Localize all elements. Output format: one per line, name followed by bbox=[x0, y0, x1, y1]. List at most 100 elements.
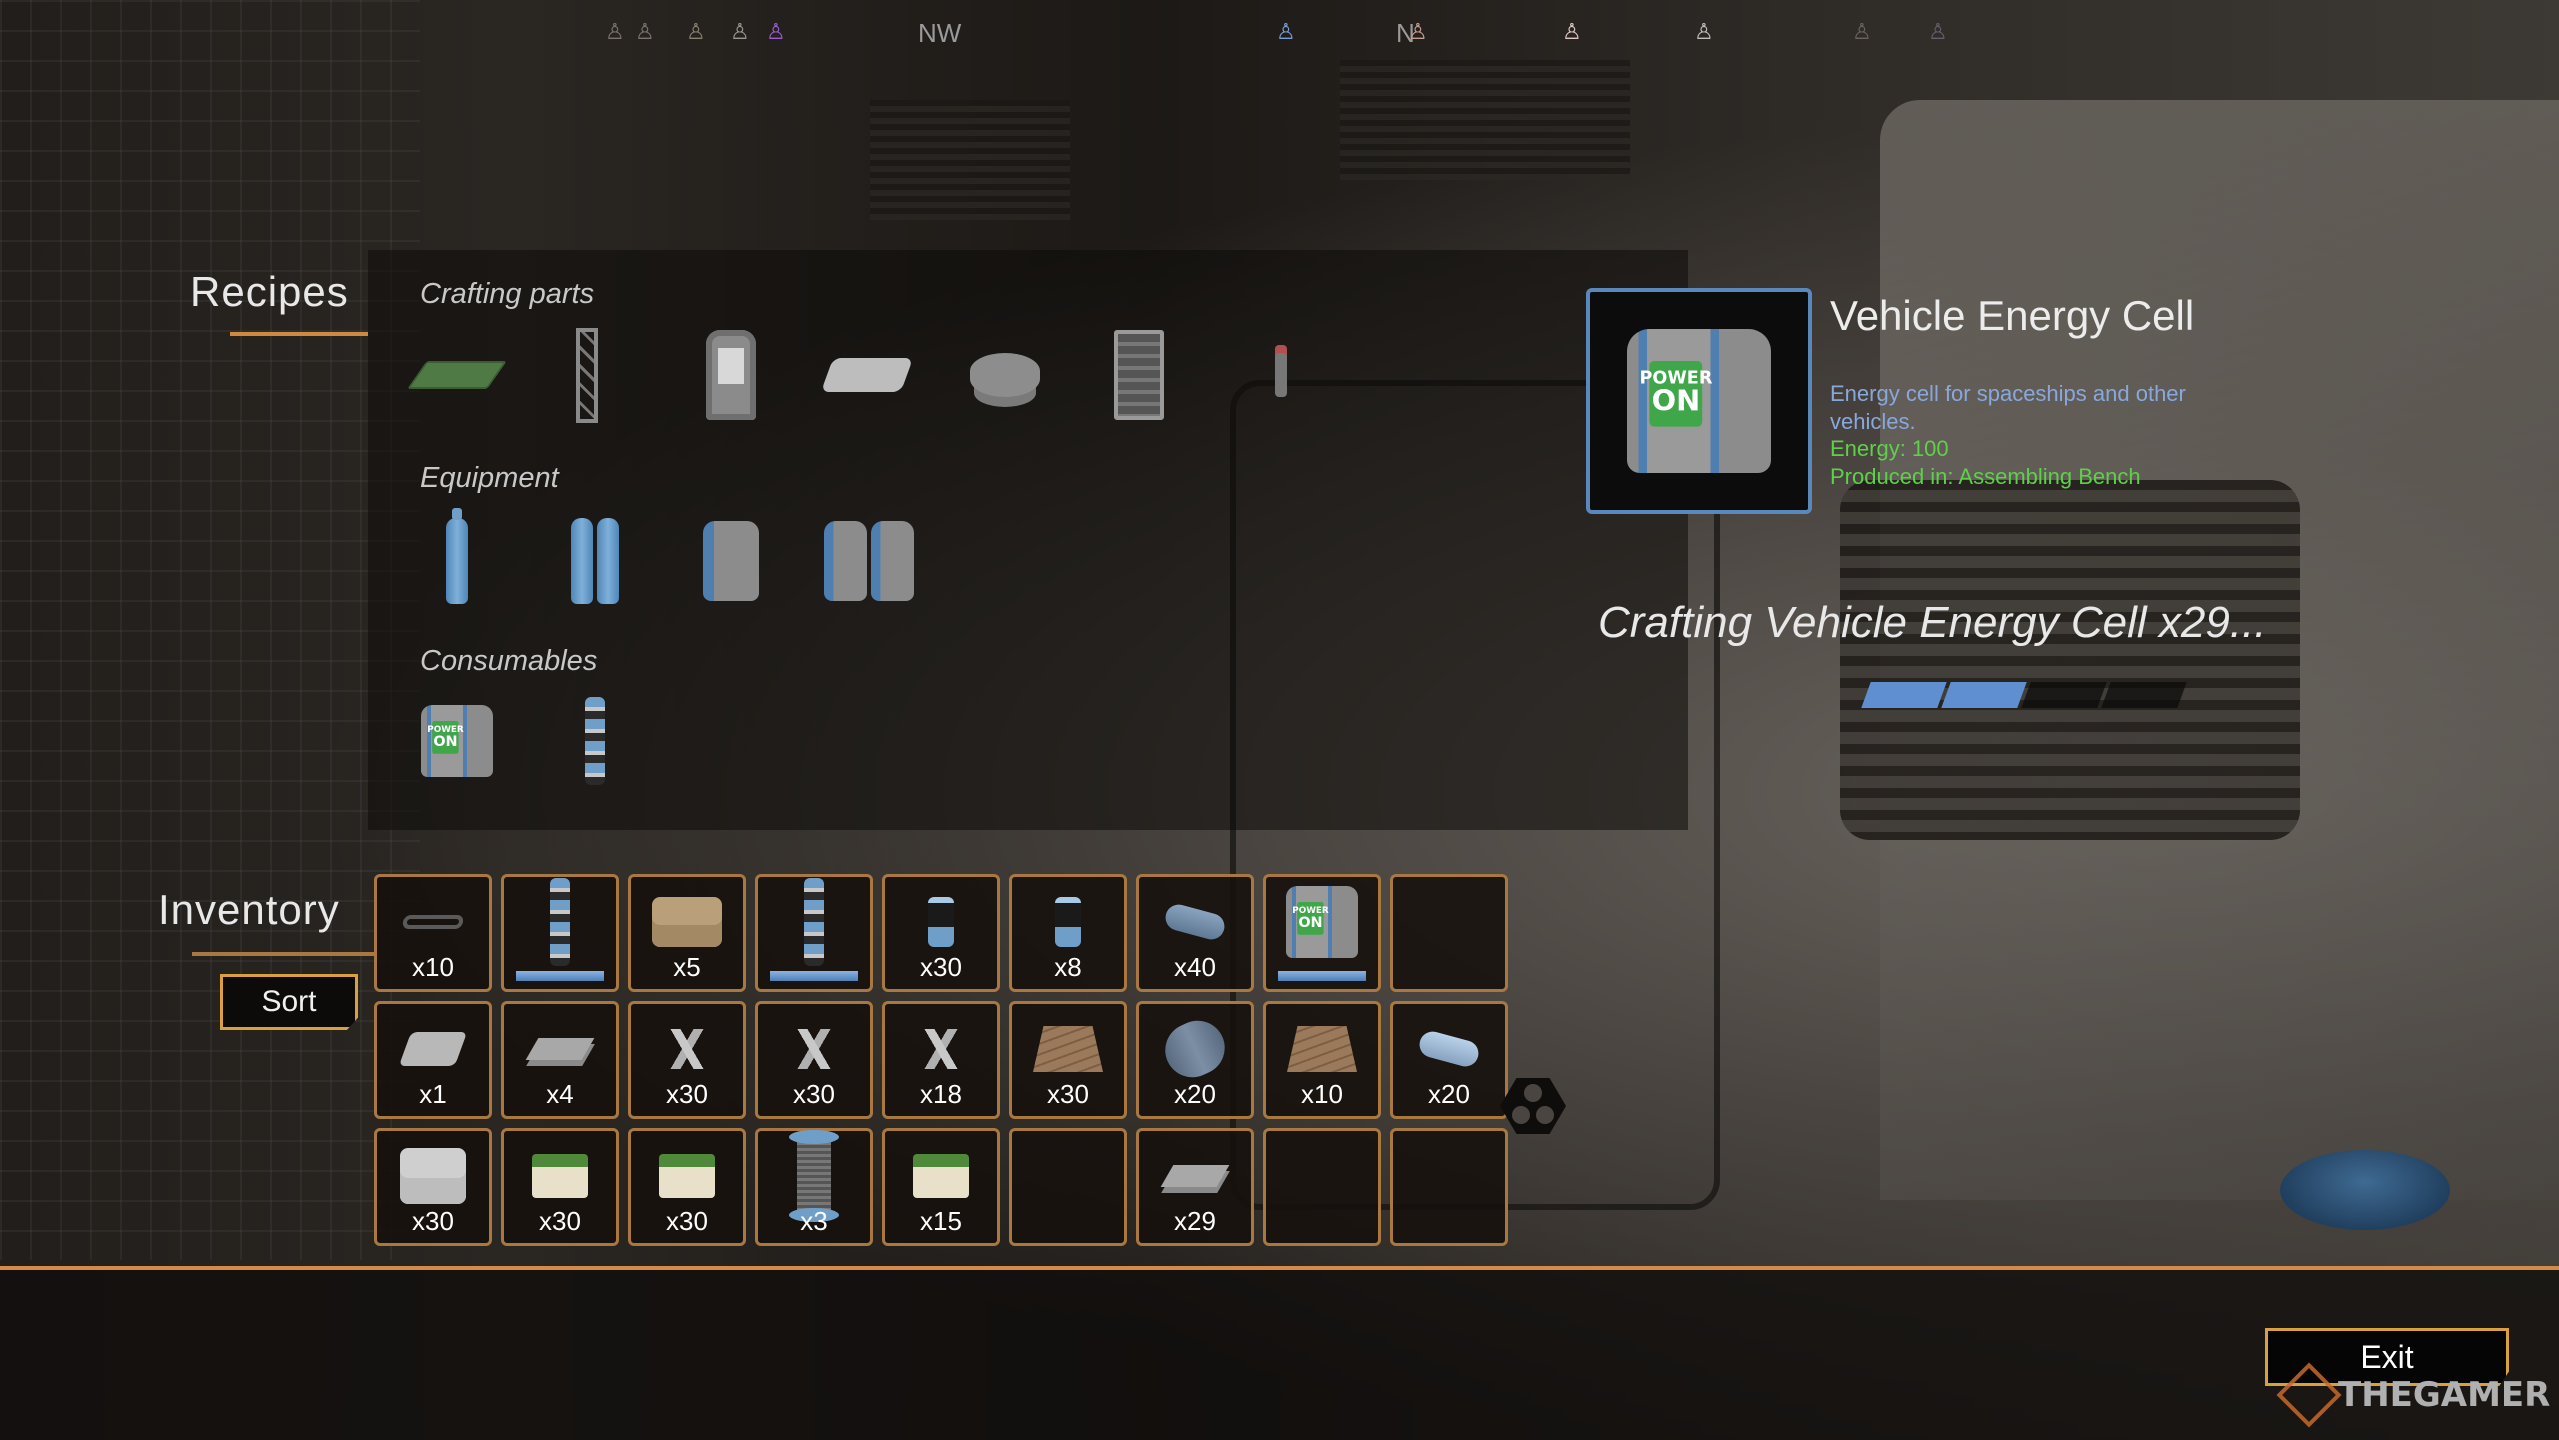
landmark-marker-icon: ♙ bbox=[1408, 20, 1428, 45]
planter-icon bbox=[659, 1154, 715, 1198]
inventory-slot[interactable]: x10 bbox=[374, 874, 492, 992]
bottom-divider bbox=[0, 1266, 2559, 1270]
recipe-item[interactable] bbox=[950, 320, 1060, 430]
selected-item-description: Energy cell for spaceships and other veh… bbox=[1830, 381, 2186, 434]
vehicle-energy-cell-icon: POWER ON bbox=[1286, 886, 1358, 958]
landmark-marker-icon: ♙ bbox=[1562, 20, 1582, 45]
progress-segment bbox=[1861, 682, 1947, 708]
strap-icon bbox=[401, 915, 465, 929]
selected-item-title: Vehicle Energy Cell bbox=[1830, 292, 2195, 339]
background-vent-large bbox=[1840, 480, 2300, 840]
sticks-icon bbox=[784, 1029, 844, 1069]
inventory-slot[interactable]: x30 bbox=[374, 1128, 492, 1246]
inventory-slot[interactable] bbox=[501, 874, 619, 992]
slot-quantity: x4 bbox=[546, 1079, 574, 1109]
energy-capsule-icon bbox=[585, 697, 605, 785]
recipes-title-underline bbox=[230, 332, 368, 336]
inventory-slot[interactable]: x30 bbox=[628, 1128, 746, 1246]
watermark-text: THEGAMER bbox=[2338, 1375, 2551, 1415]
recipe-item[interactable] bbox=[1084, 320, 1194, 430]
sticks-icon bbox=[911, 1029, 971, 1069]
category-crafting-parts: Crafting parts bbox=[420, 278, 595, 310]
inventory-slot-empty[interactable] bbox=[1390, 1128, 1508, 1246]
recipe-item[interactable] bbox=[812, 320, 922, 430]
sticks-icon bbox=[657, 1029, 717, 1069]
recipe-item[interactable] bbox=[532, 320, 642, 430]
landmark-marker-icon: ♙ bbox=[730, 20, 750, 45]
vehicle-energy-cell-icon: POWER ON bbox=[421, 705, 493, 777]
metal-cylinder-icon bbox=[1156, 1011, 1234, 1087]
inventory-title: Inventory bbox=[158, 886, 340, 933]
inventory-slot[interactable]: x30 bbox=[755, 1001, 873, 1119]
landmark-marker-icon: ♙ bbox=[1928, 20, 1948, 45]
recipe-item[interactable] bbox=[402, 320, 512, 430]
terminal-icon bbox=[706, 330, 756, 420]
inventory-slot-empty[interactable] bbox=[1390, 874, 1508, 992]
background-knob bbox=[2280, 1150, 2450, 1230]
joystick-icon bbox=[1275, 353, 1287, 397]
progress-segment bbox=[1941, 682, 2027, 708]
recipe-item[interactable] bbox=[676, 320, 786, 430]
planter-icon bbox=[532, 1154, 588, 1198]
inventory-slot[interactable]: x30 bbox=[882, 874, 1000, 992]
metal-sheets-icon bbox=[1160, 1165, 1230, 1187]
slot-durability-bar bbox=[516, 971, 604, 981]
inventory-slot[interactable]: x30 bbox=[501, 1128, 619, 1246]
landmark-marker-highlight-icon: ♙ bbox=[766, 20, 786, 45]
category-equipment: Equipment bbox=[420, 462, 559, 494]
inventory-slot[interactable]: x10 bbox=[1263, 1001, 1381, 1119]
inventory-slot[interactable]: x8 bbox=[1009, 874, 1127, 992]
inventory-slot[interactable]: x3 bbox=[755, 1128, 873, 1246]
inventory-slot[interactable]: x18 bbox=[882, 1001, 1000, 1119]
canister-icon bbox=[1055, 897, 1081, 947]
inventory-slot[interactable] bbox=[755, 874, 873, 992]
recipe-item[interactable] bbox=[540, 506, 650, 616]
compass-direction-nw: NW bbox=[918, 18, 962, 48]
inventory-slot[interactable]: x30 bbox=[628, 1001, 746, 1119]
inventory-slot[interactable]: x30 bbox=[1009, 1001, 1127, 1119]
landmark-marker-icon: ♙ bbox=[686, 20, 706, 45]
slot-quantity: x8 bbox=[1054, 952, 1082, 982]
canister-icon bbox=[928, 897, 954, 947]
slot-quantity: x15 bbox=[920, 1206, 962, 1236]
inventory-slot[interactable]: x15 bbox=[882, 1128, 1000, 1246]
category-consumables: Consumables bbox=[420, 645, 598, 677]
recipe-item[interactable] bbox=[402, 506, 512, 616]
slot-quantity: x1 bbox=[419, 1079, 447, 1109]
slot-quantity: x30 bbox=[539, 1206, 581, 1236]
inventory-slot-empty[interactable] bbox=[1009, 1128, 1127, 1246]
watermark: THEGAMER bbox=[2276, 1362, 2551, 1428]
slot-quantity: x10 bbox=[1301, 1079, 1343, 1109]
progress-segment bbox=[2101, 682, 2187, 708]
inventory-slot[interactable]: x20 bbox=[1390, 1001, 1508, 1119]
background-vent bbox=[1340, 60, 1630, 180]
slot-quantity: x20 bbox=[1174, 1079, 1216, 1109]
inventory-slot[interactable]: x4 bbox=[501, 1001, 619, 1119]
slot-quantity: x20 bbox=[1428, 1079, 1470, 1109]
inventory-title-underline bbox=[192, 952, 374, 956]
recipe-item[interactable] bbox=[676, 506, 786, 616]
recipe-item[interactable] bbox=[1226, 320, 1336, 430]
energy-capsule-icon bbox=[804, 878, 824, 966]
slot-quantity: x40 bbox=[1174, 952, 1216, 982]
crafting-status-text: Crafting Vehicle Energy Cell x29... bbox=[1598, 598, 2267, 647]
recipe-item[interactable]: POWER ON bbox=[402, 686, 512, 796]
inventory-slot[interactable]: x20 bbox=[1136, 1001, 1254, 1119]
recipe-item[interactable] bbox=[540, 686, 650, 796]
selected-item-produced-in: Produced in: Assembling Bench bbox=[1830, 464, 2141, 489]
sort-button[interactable]: Sort bbox=[220, 974, 358, 1030]
double-oxygen-tank-icon bbox=[571, 518, 619, 604]
oxygen-tank-icon bbox=[446, 508, 468, 604]
landmark-marker-icon: ♙ bbox=[1276, 20, 1296, 45]
block-icon bbox=[820, 358, 914, 392]
metal-sheets-icon bbox=[525, 1038, 595, 1060]
recipe-item[interactable] bbox=[814, 506, 924, 616]
wood-planks-icon bbox=[1287, 1026, 1357, 1072]
inventory-slot[interactable]: POWER ON bbox=[1263, 874, 1381, 992]
inventory-slot[interactable]: x29 bbox=[1136, 1128, 1254, 1246]
inventory-slot[interactable]: x5 bbox=[628, 874, 746, 992]
inventory-slot-empty[interactable] bbox=[1263, 1128, 1381, 1246]
slot-quantity: x3 bbox=[800, 1206, 828, 1236]
inventory-slot[interactable]: x1 bbox=[374, 1001, 492, 1119]
inventory-slot[interactable]: x40 bbox=[1136, 874, 1254, 992]
